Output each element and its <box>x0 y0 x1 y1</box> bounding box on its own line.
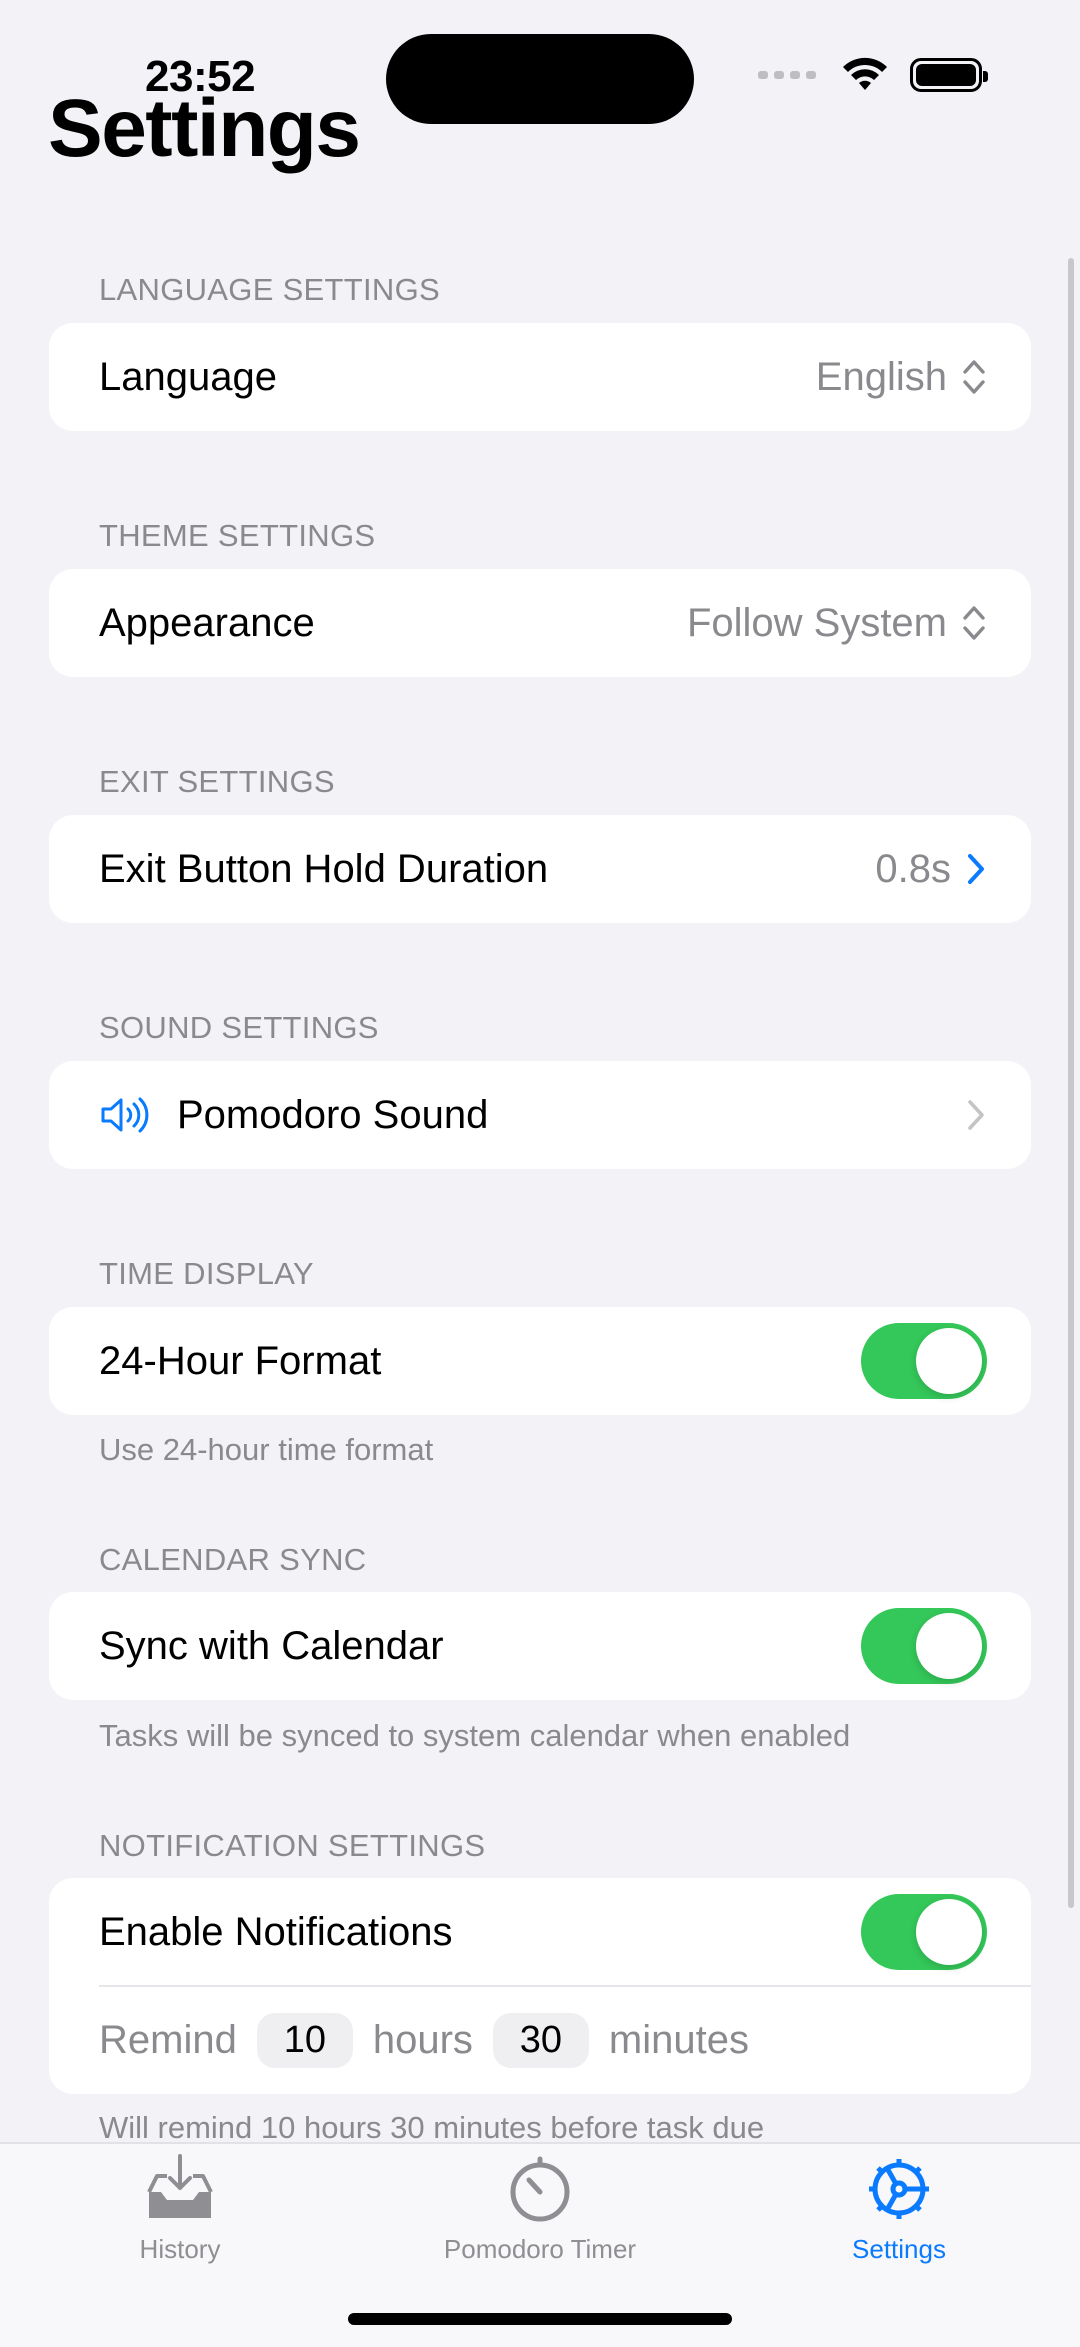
home-indicator[interactable] <box>348 2313 732 2325</box>
battery-icon <box>910 58 988 92</box>
settings-screen: 23:52 Settings LANGUAGE SETTINGS Languag… <box>0 0 1080 2347</box>
language-picker[interactable]: Language English <box>49 323 1031 431</box>
chevron-up-down-icon <box>961 357 987 397</box>
exit-hold-duration-label: Exit Button Hold Duration <box>99 846 549 891</box>
section-header-sound: SOUND SETTINGS <box>99 1010 379 1045</box>
language-card: Language English <box>49 323 1031 431</box>
calendar-sync-toggle[interactable] <box>861 1608 987 1684</box>
chevron-right-icon <box>965 851 987 887</box>
tab-settings-label: Settings <box>852 2234 946 2264</box>
pomodoro-sound-label: Pomodoro Sound <box>177 1092 489 1137</box>
row-divider <box>99 1985 1031 1987</box>
exit-card: Exit Button Hold Duration 0.8s <box>49 815 1031 923</box>
chevron-up-down-icon <box>961 603 987 643</box>
tab-history-label: History <box>139 2234 221 2264</box>
calendar-sync-label: Sync with Calendar <box>99 1623 444 1668</box>
scroll-indicator[interactable] <box>1068 258 1074 1908</box>
remind-hours-field[interactable]: 10 <box>256 2012 353 2068</box>
section-header-language: LANGUAGE SETTINGS <box>99 272 440 307</box>
pomodoro-sound-row[interactable]: Pomodoro Sound <box>49 1061 1031 1169</box>
remind-prefix: Remind <box>99 2017 237 2062</box>
language-label: Language <box>99 354 277 399</box>
appearance-label: Appearance <box>99 600 315 645</box>
enable-notifications-toggle[interactable] <box>861 1894 987 1970</box>
cellular-signal-icon <box>758 71 816 79</box>
enable-notifications-label: Enable Notifications <box>99 1909 453 1954</box>
time-display-card: 24-Hour Format <box>49 1307 1031 1415</box>
section-header-theme: THEME SETTINGS <box>99 518 376 553</box>
24-hour-format-toggle[interactable] <box>861 1323 987 1399</box>
section-header-notifications: NOTIFICATION SETTINGS <box>99 1828 486 1863</box>
remind-row: Remind 10 hours 30 minutes <box>49 1986 1031 2094</box>
status-icons <box>758 56 988 94</box>
tab-pomodoro-timer[interactable]: Pomodoro Timer <box>390 2154 690 2265</box>
section-header-calendar: CALENDAR SYNC <box>99 1542 367 1577</box>
calendar-sync-footer: Tasks will be synced to system calendar … <box>99 1718 851 1753</box>
section-header-time-display: TIME DISPLAY <box>99 1256 314 1291</box>
tab-settings[interactable]: Settings <box>749 2154 1049 2265</box>
language-value: English <box>815 354 947 399</box>
tab-history[interactable]: History <box>30 2154 330 2265</box>
notifications-footer: Will remind 10 hours 30 minutes before t… <box>99 2110 765 2145</box>
section-header-exit: EXIT SETTINGS <box>99 764 335 799</box>
theme-card: Appearance Follow System <box>49 569 1031 677</box>
24-hour-format-label: 24-Hour Format <box>99 1338 382 1383</box>
speaker-icon <box>99 1095 149 1135</box>
enable-notifications-row: Enable Notifications <box>49 1878 1031 1986</box>
gear-icon <box>864 2154 934 2224</box>
exit-hold-duration-row[interactable]: Exit Button Hold Duration 0.8s <box>49 815 1031 923</box>
24-hour-format-footer: Use 24-hour time format <box>99 1432 434 1467</box>
calendar-card: Sync with Calendar <box>49 1592 1031 1700</box>
remind-minutes-field[interactable]: 30 <box>492 2012 589 2068</box>
24-hour-format-row: 24-Hour Format <box>49 1307 1031 1415</box>
wifi-icon <box>840 56 890 94</box>
remind-hours-label: hours <box>372 2017 473 2062</box>
dynamic-island <box>386 34 694 124</box>
timer-icon <box>505 2154 575 2224</box>
appearance-picker[interactable]: Appearance Follow System <box>49 569 1031 677</box>
tab-pomodoro-timer-label: Pomodoro Timer <box>443 2234 637 2264</box>
appearance-value: Follow System <box>686 600 947 645</box>
page-title: Settings <box>48 83 361 174</box>
chevron-right-icon <box>965 1097 987 1133</box>
exit-hold-duration-value: 0.8s <box>875 846 951 891</box>
tray-icon <box>143 2154 217 2224</box>
sound-card: Pomodoro Sound <box>49 1061 1031 1169</box>
calendar-sync-row: Sync with Calendar <box>49 1592 1031 1700</box>
remind-minutes-label: minutes <box>608 2017 749 2062</box>
notifications-card: Enable Notifications Remind 10 hours 30 … <box>49 1878 1031 2094</box>
